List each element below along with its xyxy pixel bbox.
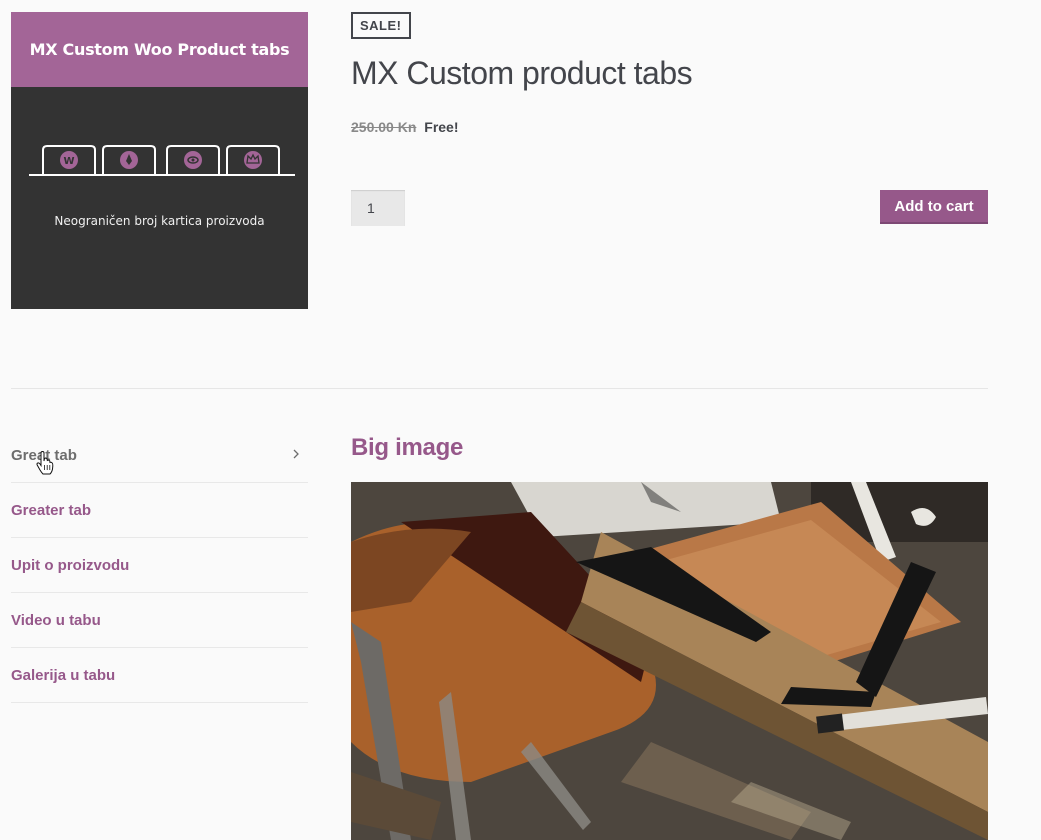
product-image-banner: MX Custom Woo Product tabs: [11, 12, 308, 87]
product-title: MX Custom product tabs: [351, 55, 693, 91]
rocket-icon: [120, 151, 138, 169]
product-image-caption: Neograničen broj kartica proizvoda: [54, 214, 265, 228]
tab-greater-tab[interactable]: Greater tab: [11, 483, 308, 538]
product-price: 250.00 Kn Free!: [351, 119, 459, 135]
big-image: [351, 482, 988, 840]
tab-panel-heading: Big image: [351, 434, 463, 461]
tab-label: Video u tabu: [11, 611, 101, 629]
sale-badge: SALE!: [351, 12, 411, 39]
product-tabs-list: Great tab Greater tab Upit o proizvodu V…: [11, 428, 308, 703]
product-image[interactable]: MX Custom Woo Product tabs W Neograničen…: [11, 12, 308, 309]
quantity-input[interactable]: [351, 190, 405, 226]
tab-galerija-u-tabu[interactable]: Galerija u tabu: [11, 648, 308, 703]
tab-label: Greater tab: [11, 501, 92, 519]
product-image-banner-text: MX Custom Woo Product tabs: [29, 40, 290, 59]
wordpress-icon: W: [60, 151, 78, 169]
section-divider: [11, 388, 988, 389]
new-price: Free!: [424, 119, 459, 135]
old-price: 250.00 Kn: [351, 119, 417, 135]
hand-cursor-icon: [36, 451, 54, 475]
tab-video-u-tabu[interactable]: Video u tabu: [11, 593, 308, 648]
tab-label: Upit o proizvodu: [11, 556, 130, 574]
eye-icon: [184, 151, 202, 169]
tab-label: Galerija u tabu: [11, 666, 116, 684]
add-to-cart-button[interactable]: Add to cart: [880, 190, 988, 224]
crown-icon: [244, 151, 262, 169]
tab-great-tab[interactable]: Great tab: [11, 428, 308, 483]
tabs-illustration: W: [29, 145, 295, 176]
svg-text:W: W: [63, 156, 74, 167]
chevron-right-icon: [292, 447, 300, 463]
tab-upit-o-proizvodu[interactable]: Upit o proizvodu: [11, 538, 308, 593]
workbench-photo: [351, 482, 988, 840]
